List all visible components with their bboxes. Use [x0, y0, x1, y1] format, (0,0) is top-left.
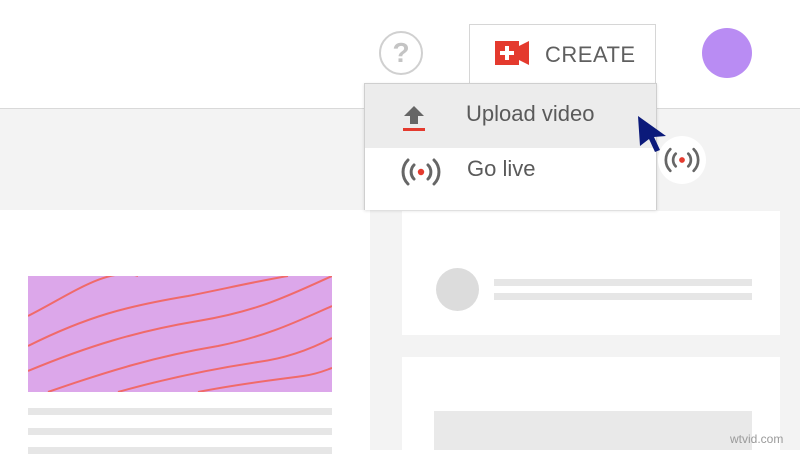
placeholder-line	[494, 279, 752, 286]
create-button-label: CREATE	[545, 42, 636, 67]
question-circle-icon: ?	[392, 37, 410, 68]
create-dropdown-menu: Upload video Go live	[364, 83, 657, 210]
menu-item-upload-video[interactable]: Upload video	[365, 84, 656, 148]
menu-item-go-live[interactable]: Go live	[365, 148, 656, 210]
video-camera-plus-icon	[495, 41, 529, 65]
help-button[interactable]: ?	[379, 31, 423, 75]
placeholder-line	[28, 408, 332, 415]
upload-icon	[403, 106, 425, 131]
mouse-cursor-icon	[638, 116, 666, 152]
avatar[interactable]	[702, 28, 752, 78]
video-thumbnail[interactable]	[28, 276, 332, 392]
placeholder-avatar	[436, 268, 479, 311]
live-broadcast-icon	[401, 158, 441, 186]
placeholder-line	[28, 428, 332, 435]
watermark: wtvid.com	[730, 432, 784, 446]
placeholder-line	[494, 293, 752, 300]
placeholder-line	[28, 447, 332, 454]
menu-item-label: Upload video	[466, 101, 595, 126]
placeholder-block	[434, 411, 752, 450]
menu-item-label: Go live	[467, 156, 536, 181]
create-button[interactable]: CREATE	[469, 24, 656, 84]
